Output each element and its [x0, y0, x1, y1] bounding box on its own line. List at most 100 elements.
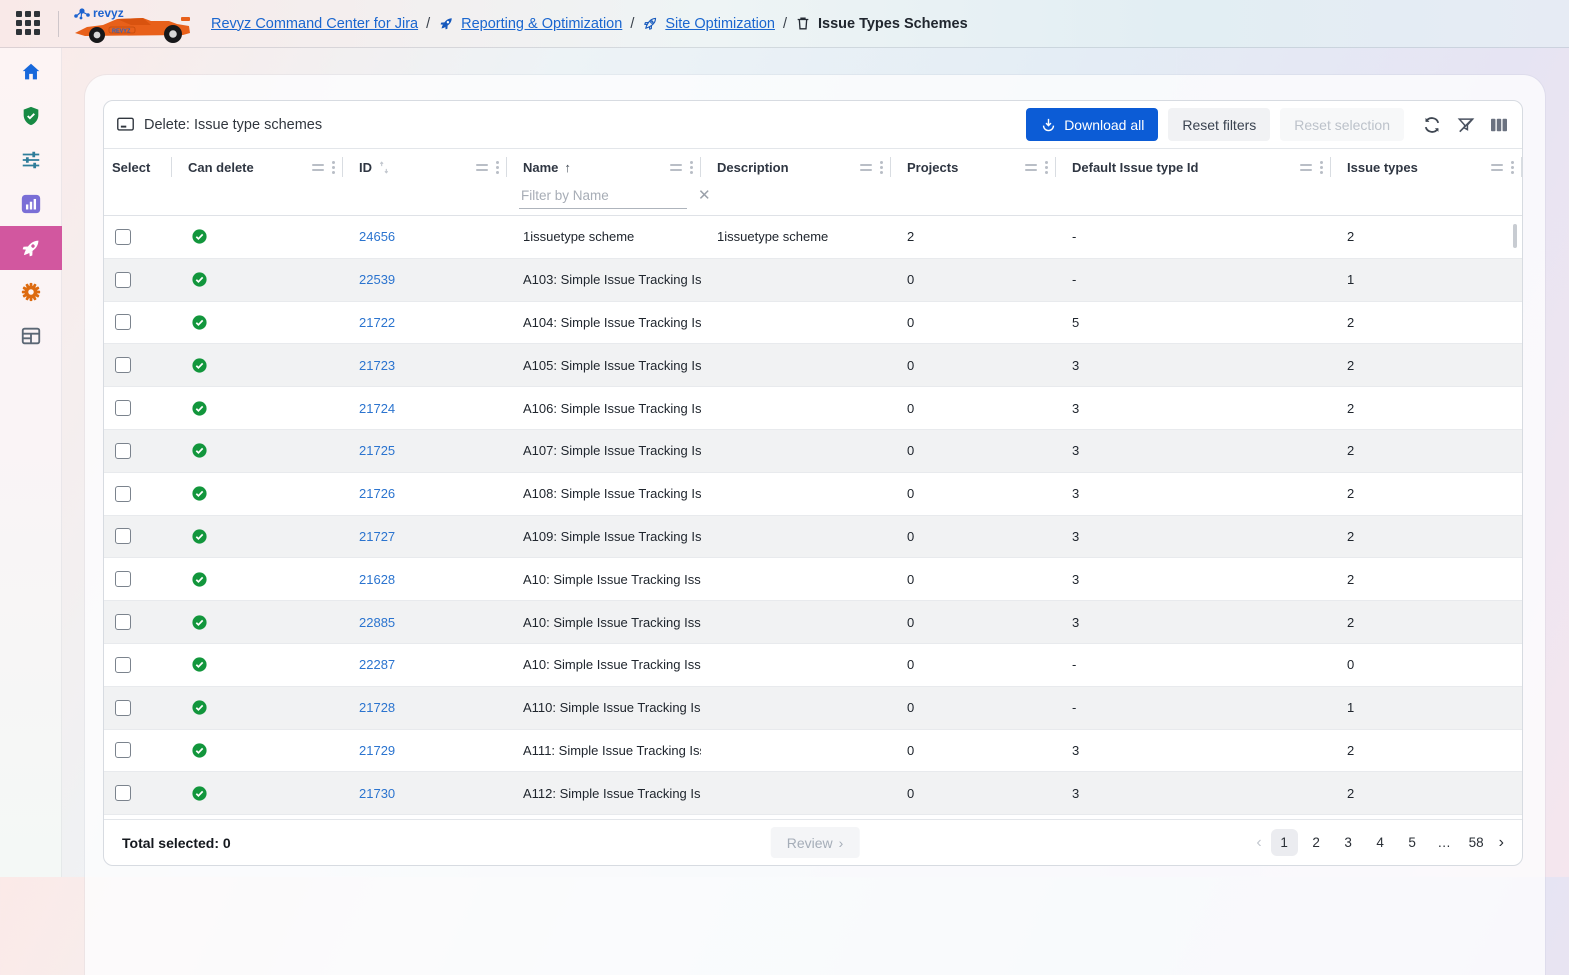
row-id-link[interactable]: 21729 [359, 743, 395, 758]
column-header-can-delete[interactable]: Can delete [172, 149, 343, 185]
row-id-link[interactable]: 21724 [359, 401, 395, 416]
filter-bars-icon[interactable] [860, 164, 872, 171]
name-filter-input[interactable] [521, 188, 698, 203]
column-header-id[interactable]: ID [343, 149, 507, 185]
row-name: A10: Simple Issue Tracking Issu [507, 644, 701, 686]
name-filter-field[interactable]: ✕ [519, 185, 687, 209]
breadcrumb-link-command-center[interactable]: Revyz Command Center for Jira [211, 16, 418, 32]
filter-bars-icon[interactable] [1491, 164, 1503, 171]
column-menu-icon[interactable] [878, 161, 885, 174]
filter-bars-icon[interactable] [1025, 164, 1037, 171]
filter-bars-icon[interactable] [670, 164, 682, 171]
vertical-scrollbar[interactable] [1513, 224, 1517, 248]
breadcrumb-link-reporting-optimization[interactable]: Reporting & Optimization [438, 15, 622, 32]
svg-text:revyz: revyz [93, 6, 124, 20]
filter-bars-icon[interactable] [476, 164, 488, 171]
row-projects: 2 [891, 216, 1056, 258]
row-select-checkbox[interactable] [115, 272, 131, 288]
review-button[interactable]: Review › [771, 827, 860, 858]
column-menu-icon[interactable] [688, 161, 695, 174]
column-header-name[interactable]: Name ↑ [507, 149, 701, 185]
pagination-ellipsis: … [1431, 829, 1458, 856]
row-select-checkbox[interactable] [115, 528, 131, 544]
column-menu-icon[interactable] [1318, 161, 1325, 174]
row-id-link[interactable]: 21725 [359, 443, 395, 458]
sidebar-item-home[interactable] [0, 50, 62, 94]
refresh-icon[interactable] [1422, 115, 1442, 135]
filter-bars-icon[interactable] [1300, 164, 1312, 171]
sidebar-item-records[interactable] [0, 314, 62, 358]
clear-filter-icon[interactable]: ✕ [698, 188, 711, 203]
column-label: Description [717, 160, 789, 175]
table-row: 21628 A10: Simple Issue Tracking Issu 0 … [104, 558, 1522, 601]
row-description [701, 259, 891, 301]
breadcrumb-link-site-optimization[interactable]: Site Optimization [642, 15, 775, 32]
row-select-checkbox[interactable] [115, 229, 131, 245]
reset-filters-button[interactable]: Reset filters [1168, 108, 1270, 141]
columns-icon[interactable] [1490, 117, 1508, 133]
filter-off-icon[interactable] [1456, 115, 1476, 135]
sidebar-item-settings[interactable] [0, 270, 62, 314]
column-menu-icon[interactable] [494, 161, 501, 174]
row-select-checkbox[interactable] [115, 400, 131, 416]
pagination-page-4[interactable]: 4 [1367, 829, 1394, 856]
column-header-issue-types[interactable]: Issue types [1331, 149, 1522, 185]
row-id-link[interactable]: 21728 [359, 700, 395, 715]
column-menu-icon[interactable] [1043, 161, 1050, 174]
pagination-page-5[interactable]: 5 [1399, 829, 1426, 856]
download-all-button[interactable]: Download all [1026, 108, 1158, 141]
row-select-checkbox[interactable] [115, 785, 131, 801]
column-header-default-issue-type-id[interactable]: Default Issue type Id [1056, 149, 1331, 185]
row-select-checkbox[interactable] [115, 657, 131, 673]
row-id-link[interactable]: 21726 [359, 486, 395, 501]
app-launcher-icon[interactable] [16, 11, 42, 37]
row-issue-types: 2 [1331, 430, 1522, 472]
reset-selection-button[interactable]: Reset selection [1280, 108, 1404, 141]
download-icon [1040, 116, 1057, 133]
column-menu-icon[interactable] [1509, 161, 1516, 174]
row-issue-types: 0 [1331, 644, 1522, 686]
row-id-link[interactable]: 21628 [359, 572, 395, 587]
row-id-link[interactable]: 21727 [359, 529, 395, 544]
row-select-checkbox[interactable] [115, 614, 131, 630]
row-select-checkbox[interactable] [115, 700, 131, 716]
row-id-link[interactable]: 21722 [359, 315, 395, 330]
column-header-description[interactable]: Description [701, 149, 891, 185]
can-delete-check-icon [191, 785, 208, 802]
row-name: A107: Simple Issue Tracking Iss [507, 430, 701, 472]
row-default-issue-type-id: 3 [1056, 387, 1331, 429]
row-issue-types: 2 [1331, 601, 1522, 643]
top-bar: revyz REVYZ Revyz Command Center for Jir… [0, 0, 1569, 48]
row-select-checkbox[interactable] [115, 571, 131, 587]
sidebar-item-configuration[interactable] [0, 138, 62, 182]
row-id-link[interactable]: 22287 [359, 657, 395, 672]
row-projects: 0 [891, 601, 1056, 643]
row-select-checkbox[interactable] [115, 486, 131, 502]
table-row: 22885 A10: Simple Issue Tracking Issu 0 … [104, 601, 1522, 644]
sidebar-item-optimization[interactable] [0, 226, 62, 270]
pagination-next-icon[interactable]: › [1495, 834, 1508, 852]
column-label: Issue types [1347, 160, 1418, 175]
pagination-page-58[interactable]: 58 [1463, 829, 1490, 856]
row-projects: 0 [891, 558, 1056, 600]
layout-icon [20, 325, 42, 347]
table-row: 21724 A106: Simple Issue Tracking Iss 0 … [104, 387, 1522, 430]
row-id-link[interactable]: 22885 [359, 615, 395, 630]
row-select-checkbox[interactable] [115, 314, 131, 330]
row-id-link[interactable]: 24656 [359, 229, 395, 244]
sidebar-item-analytics[interactable] [0, 182, 62, 226]
pagination-prev-icon[interactable]: ‹ [1252, 834, 1265, 852]
row-id-link[interactable]: 22539 [359, 272, 395, 287]
pagination-page-2[interactable]: 2 [1303, 829, 1330, 856]
row-select-checkbox[interactable] [115, 357, 131, 373]
pagination-page-3[interactable]: 3 [1335, 829, 1362, 856]
column-menu-icon[interactable] [330, 161, 337, 174]
row-id-link[interactable]: 21723 [359, 358, 395, 373]
sidebar-item-security[interactable] [0, 94, 62, 138]
column-header-projects[interactable]: Projects [891, 149, 1056, 185]
row-select-checkbox[interactable] [115, 443, 131, 459]
row-select-checkbox[interactable] [115, 742, 131, 758]
row-id-link[interactable]: 21730 [359, 786, 395, 801]
filter-bars-icon[interactable] [312, 164, 324, 171]
pagination-page-1[interactable]: 1 [1271, 829, 1298, 856]
